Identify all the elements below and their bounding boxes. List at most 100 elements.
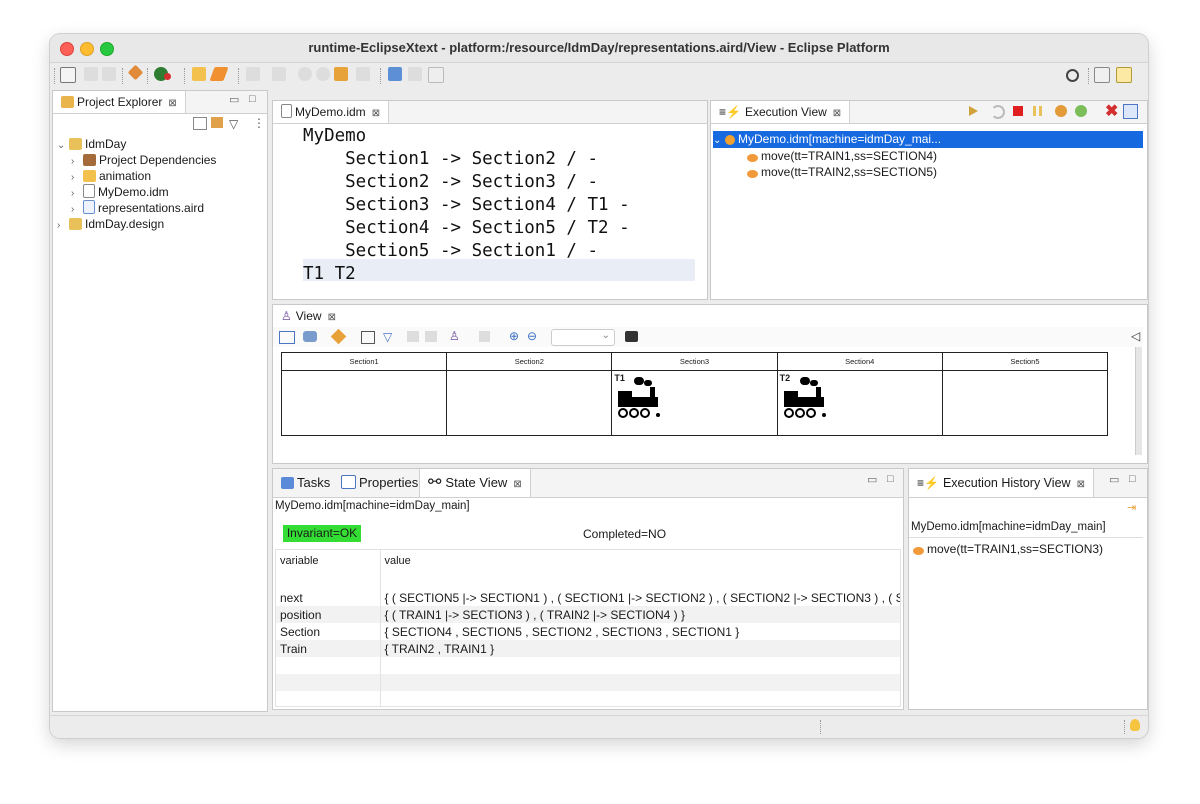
maximize-icon[interactable]: □ xyxy=(1129,473,1136,485)
search-icon[interactable] xyxy=(1066,69,1079,82)
tab-properties[interactable]: Properties xyxy=(333,469,426,497)
tree-item-representations-aird[interactable]: › representations.aird xyxy=(71,200,204,216)
refresh-diagram-icon[interactable] xyxy=(330,328,347,345)
close-icon[interactable]: ⊠ xyxy=(1077,479,1085,490)
save-all-icon[interactable] xyxy=(102,67,116,81)
tab-execution-view[interactable]: ≡⚡ Execution View ⊠ xyxy=(711,101,851,123)
open-perspective-icon[interactable] xyxy=(388,67,402,81)
console-icon[interactable] xyxy=(1123,104,1138,119)
table-row[interactable]: Train { TRAIN2 , TRAIN1 } xyxy=(276,640,900,657)
open-folder-icon[interactable] xyxy=(192,67,206,81)
camera-icon[interactable] xyxy=(625,331,638,342)
train-icon[interactable] xyxy=(780,375,832,421)
table-row[interactable]: next { ( SECTION5 |-> SECTION1 ) , ( SEC… xyxy=(276,589,900,606)
step-icon[interactable] xyxy=(991,105,1005,119)
section-column[interactable]: Section1 xyxy=(282,353,448,435)
arrange-icon[interactable] xyxy=(279,331,295,344)
close-icon[interactable]: ⊠ xyxy=(833,108,841,119)
tab-view[interactable]: ♙ View ⊠ xyxy=(273,305,344,327)
open-perspective-button-icon[interactable] xyxy=(1094,67,1110,83)
tree-item-idmday-design[interactable]: › IdmDay.design xyxy=(57,216,164,232)
filter-icon[interactable]: ▽ xyxy=(383,330,392,344)
forward-icon[interactable] xyxy=(356,67,370,81)
section-column[interactable]: Section3 T1 xyxy=(612,353,778,435)
tree-item-project-dependencies[interactable]: › Project Dependencies xyxy=(71,152,216,168)
close-icon[interactable]: ⊠ xyxy=(168,98,176,109)
section-column[interactable]: Section4 T2 xyxy=(777,353,943,435)
launch-icon[interactable] xyxy=(209,67,229,81)
code-line[interactable]: Section4 -> Section5 / T2 - xyxy=(303,217,629,240)
layer-icon[interactable] xyxy=(361,331,375,344)
pin-icon[interactable] xyxy=(407,331,419,342)
save-icon[interactable] xyxy=(84,67,98,81)
zoom-out-icon[interactable]: ⊖ xyxy=(527,329,537,343)
chevron-down-icon[interactable]: ⌄ xyxy=(57,138,69,154)
table-row[interactable]: position { ( TRAIN1 |-> SECTION3 ) , ( T… xyxy=(276,606,900,623)
zoom-combo[interactable]: ⌄ xyxy=(551,329,615,346)
pin-icon[interactable] xyxy=(428,67,444,83)
code-line[interactable]: Section5 -> Section1 / - xyxy=(303,240,598,263)
minimize-icon[interactable]: ▭ xyxy=(867,473,877,486)
history-item[interactable]: move(tt=TRAIN1,ss=SECTION3) xyxy=(913,541,1103,557)
tab-tasks[interactable]: Tasks xyxy=(273,469,338,497)
tab-state-view[interactable]: ⚯ State View ⊠ xyxy=(419,469,531,497)
collapse-all-icon[interactable] xyxy=(193,117,207,130)
perspective-icon[interactable] xyxy=(1116,67,1132,83)
lightbulb-icon[interactable] xyxy=(1130,719,1140,731)
export-icon[interactable] xyxy=(479,331,490,342)
collapse-palette-icon[interactable]: ◁ xyxy=(1131,329,1140,343)
next-annotation-icon[interactable] xyxy=(246,67,260,81)
minimize-icon[interactable]: ▭ xyxy=(1109,473,1119,486)
code-line[interactable]: T1 T2 xyxy=(303,263,356,286)
pin-history-icon[interactable]: ⇥ xyxy=(1127,501,1136,514)
section-column[interactable]: Section5 xyxy=(942,353,1108,435)
tree-item-idmday[interactable]: ⌄ IdmDay xyxy=(57,136,126,152)
tab-mydemo-idm[interactable]: MyDemo.idm ⊠ xyxy=(273,101,390,123)
restart-icon[interactable] xyxy=(1055,105,1067,117)
execution-item[interactable]: move(tt=TRAIN2,ss=SECTION5) xyxy=(747,164,937,180)
maximize-icon[interactable]: □ xyxy=(887,473,894,485)
link-with-editor-icon[interactable] xyxy=(211,117,223,128)
execution-item[interactable]: move(tt=TRAIN1,ss=SECTION4) xyxy=(747,148,937,164)
view-menu-icon[interactable]: ⋮ xyxy=(253,116,265,130)
code-line[interactable]: MyDemo xyxy=(303,125,366,148)
toggle-icon[interactable] xyxy=(408,67,422,81)
maximize-icon[interactable]: □ xyxy=(249,93,256,105)
layout-icon[interactable]: ♙ xyxy=(449,329,460,343)
code-line[interactable]: Section2 -> Section3 / - xyxy=(303,171,598,194)
unpin-icon[interactable] xyxy=(425,331,437,342)
train-icon[interactable] xyxy=(614,375,666,421)
back-icon[interactable] xyxy=(334,67,348,81)
vertical-scrollbar[interactable] xyxy=(1135,347,1142,455)
tree-item-mydemo-idm[interactable]: › MyDemo.idm xyxy=(71,184,169,200)
tab-project-explorer[interactable]: Project Explorer ⊠ xyxy=(53,91,186,113)
execution-root-row[interactable]: ⌄ MyDemo.idm[machine=idmDay_mai... xyxy=(713,131,1143,148)
zoom-in-icon[interactable]: ⊕ xyxy=(509,329,519,343)
close-icon[interactable]: ⊠ xyxy=(328,312,336,323)
select-icon[interactable] xyxy=(303,331,317,342)
forward-history-icon[interactable] xyxy=(316,67,330,81)
table-row[interactable]: Section { SECTION4 , SECTION5 , SECTION2… xyxy=(276,623,900,640)
close-icon[interactable]: ⊠ xyxy=(513,479,521,490)
tab-execution-history-view[interactable]: ≡⚡ Execution History View ⊠ xyxy=(909,469,1094,497)
remove-all-icon[interactable]: ✖ xyxy=(1105,101,1118,121)
column-header-value[interactable]: value xyxy=(380,550,900,572)
debug-icon[interactable] xyxy=(127,64,144,81)
new-icon[interactable] xyxy=(60,67,76,83)
prev-annotation-icon[interactable] xyxy=(272,67,286,81)
resume-icon[interactable] xyxy=(969,106,978,116)
code-line[interactable]: Section3 -> Section4 / T1 - xyxy=(303,194,629,217)
close-icon[interactable]: ⊠ xyxy=(372,108,380,119)
chevron-down-icon[interactable]: ⌄ xyxy=(713,132,725,149)
code-line[interactable]: Section1 -> Section2 / - xyxy=(303,148,598,171)
minimize-icon[interactable]: ▭ xyxy=(229,93,239,106)
terminate-icon[interactable] xyxy=(1013,106,1023,116)
section-column[interactable]: Section2 xyxy=(447,353,613,435)
filter-icon[interactable]: ▽ xyxy=(229,117,238,131)
back-history-icon[interactable] xyxy=(298,67,312,81)
tree-item-animation[interactable]: › animation xyxy=(71,168,151,184)
refresh-icon[interactable] xyxy=(1075,105,1087,117)
suspend-icon[interactable] xyxy=(1033,106,1042,116)
column-header-variable[interactable]: variable xyxy=(276,550,381,572)
chevron-right-icon[interactable]: › xyxy=(57,218,69,234)
